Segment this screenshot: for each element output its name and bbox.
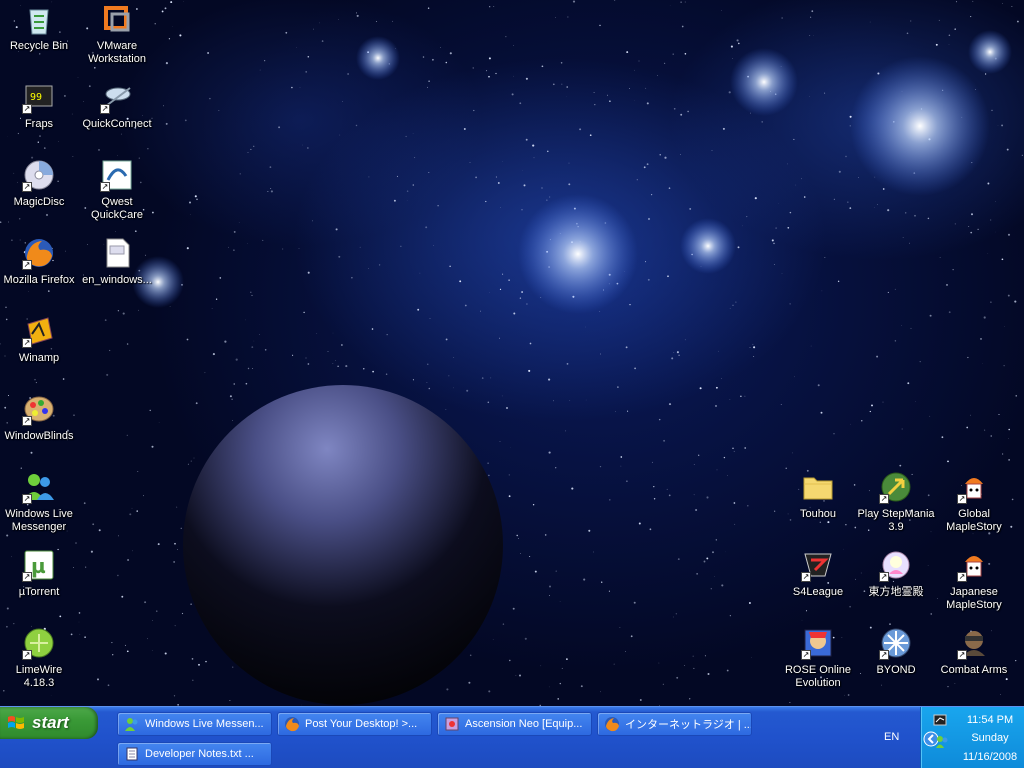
folder-icon — [803, 477, 833, 500]
desktop-icon[interactable]: ↗ ROSE Online Evolution — [779, 626, 857, 690]
shortcut-arrow-icon: ↗ — [801, 572, 811, 582]
desktop-icon[interactable]: 99 ↗ Fraps — [0, 80, 78, 131]
taskbar-button[interactable]: Ascension Neo [Equip... — [437, 712, 592, 736]
shortcut-arrow-icon: ↗ — [879, 494, 889, 504]
shortcut-arrow-icon: ↗ — [22, 494, 32, 504]
recycle-bin-icon — [29, 9, 49, 35]
desktop-icon-label: Fraps — [24, 118, 54, 130]
notepad-icon — [126, 747, 138, 761]
taskbar: start Windows Live Messen... Post Your De… — [0, 706, 1024, 768]
clock-date: 11/16/2008 — [962, 751, 1018, 763]
desktop-icon-label: en_windows... — [82, 274, 152, 286]
shortcut-arrow-icon: ↗ — [22, 572, 32, 582]
desktop-icon-label: ROSE Online Evolution — [784, 664, 852, 689]
desktop-icon[interactable]: ↗ Winamp — [0, 314, 78, 365]
desktop-icon[interactable]: µ ↗ µTorrent — [0, 548, 78, 599]
desktop-icon-label: Play StepMania 3.9 — [857, 508, 935, 533]
shortcut-arrow-icon: ↗ — [879, 572, 889, 582]
shortcut-arrow-icon: ↗ — [957, 650, 967, 660]
taskbar-button-label: Windows Live Messen... — [145, 718, 264, 730]
desktop-icon-label: µTorrent — [18, 586, 60, 598]
shortcut-arrow-icon: ↗ — [22, 338, 32, 348]
desktop-icon[interactable]: Recycle Bin — [0, 2, 78, 53]
desktop-icon[interactable]: ↗ Play StepMania 3.9 — [857, 470, 935, 534]
desktop-icon-label: Winamp — [18, 352, 60, 364]
desktop-icon[interactable]: ↗ S4League — [779, 548, 857, 599]
vmware-icon — [104, 6, 130, 32]
desktop-icon-label: Windows Live Messenger — [5, 508, 73, 533]
desktop-icon-label: LimeWire 4.18.3 — [15, 664, 63, 689]
desktop-icon[interactable]: ↗ Combat Arms — [935, 626, 1013, 677]
desktop-icon[interactable]: Touhou — [779, 470, 857, 521]
clock-time[interactable]: 11:54 PM — [957, 714, 1023, 726]
taskbar-button-label: Post Your Desktop! >... — [305, 718, 418, 730]
shortcut-arrow-icon: ↗ — [801, 650, 811, 660]
desktop-icon[interactable]: ↗ WindowBlinds — [0, 392, 78, 443]
app-icon — [445, 717, 459, 731]
desktop-icon-label: MagicDisc — [13, 196, 65, 208]
start-button[interactable]: start — [0, 707, 98, 739]
desktop-icon-label: Global MapleStory — [946, 508, 1002, 533]
shortcut-arrow-icon: ↗ — [22, 260, 32, 270]
taskbar-button-label: Ascension Neo [Equip... — [465, 718, 583, 730]
desktop-icon[interactable]: ↗ Japanese MapleStory — [935, 548, 1013, 612]
messenger-tray-icon[interactable] — [935, 735, 949, 749]
desktop-icon-label: Japanese MapleStory — [946, 586, 1002, 611]
desktop-icon-label: BYOND — [876, 664, 916, 676]
desktop-icon-label: WindowBlinds — [4, 430, 74, 442]
document-icon — [106, 238, 130, 268]
desktop-icon[interactable]: ↗ Global MapleStory — [935, 470, 1013, 534]
desktop-icon-label: Qwest QuickCare — [91, 196, 143, 221]
desktop-icon[interactable]: ↗ Mozilla Firefox — [0, 236, 78, 287]
desktop: Recycle Bin VMware Workstation 99 ↗ Fraps ↗ Qu… — [0, 0, 1024, 706]
shortcut-arrow-icon: ↗ — [100, 104, 110, 114]
planet — [183, 385, 503, 705]
shortcut-arrow-icon: ↗ — [100, 182, 110, 192]
desktop-icon-label: 東方地霊殿 — [868, 586, 924, 598]
desktop-icon[interactable]: ↗ BYOND — [857, 626, 935, 677]
taskbar-button[interactable]: Windows Live Messen... — [117, 712, 272, 736]
firefox-icon — [285, 717, 299, 732]
desktop-icon-label: Mozilla Firefox — [3, 274, 75, 286]
system-tray: 11:54 PM Sunday 11/16/2008 — [920, 707, 1024, 768]
desktop-icon-label: VMware Workstation — [88, 40, 146, 65]
messenger-icon — [125, 718, 138, 731]
taskbar-button[interactable]: インターネットラジオ | ... — [597, 712, 752, 736]
desktop-icon-label: S4League — [792, 586, 844, 598]
shortcut-arrow-icon: ↗ — [879, 650, 889, 660]
shortcut-arrow-icon: ↗ — [957, 572, 967, 582]
desktop-icon-label: QuickConnect — [82, 118, 152, 130]
language-indicator[interactable]: EN — [884, 731, 899, 743]
desktop-icon[interactable]: en_windows... — [78, 236, 156, 287]
svg-text:µ: µ — [31, 554, 46, 578]
desktop-icon[interactable]: VMware Workstation — [78, 2, 156, 66]
desktop-icon[interactable]: ↗ Windows Live Messenger — [0, 470, 78, 534]
desktop-icon[interactable]: ↗ QuickConnect — [78, 80, 156, 131]
desktop-icon-label: Combat Arms — [940, 664, 1008, 676]
clock-day: Sunday — [971, 732, 1009, 744]
taskbar-button[interactable]: Developer Notes.txt ... — [117, 742, 272, 766]
taskbar-button-label: インターネットラジオ | ... — [625, 719, 751, 731]
taskbar-button-label: Developer Notes.txt ... — [145, 748, 254, 760]
desktop-icon-label: Recycle Bin — [9, 40, 69, 52]
shortcut-arrow-icon: ↗ — [22, 104, 32, 114]
desktop-icon[interactable]: ↗ 東方地霊殿 — [857, 548, 935, 599]
shortcut-arrow-icon: ↗ — [22, 650, 32, 660]
tray-app-icon[interactable] — [933, 713, 947, 727]
shortcut-arrow-icon: ↗ — [957, 494, 967, 504]
desktop-icon[interactable]: ↗ Qwest QuickCare — [78, 158, 156, 222]
desktop-icon[interactable]: ↗ LimeWire 4.18.3 — [0, 626, 78, 690]
desktop-icon-label: Touhou — [799, 508, 837, 520]
firefox-icon — [605, 717, 619, 732]
shortcut-arrow-icon: ↗ — [22, 182, 32, 192]
windows-logo-icon — [8, 716, 24, 729]
desktop-icon[interactable]: ↗ MagicDisc — [0, 158, 78, 209]
start-label: start — [32, 713, 69, 732]
taskbar-button[interactable]: Post Your Desktop! >... — [277, 712, 432, 736]
shortcut-arrow-icon: ↗ — [22, 416, 32, 426]
svg-text:99: 99 — [30, 92, 42, 103]
